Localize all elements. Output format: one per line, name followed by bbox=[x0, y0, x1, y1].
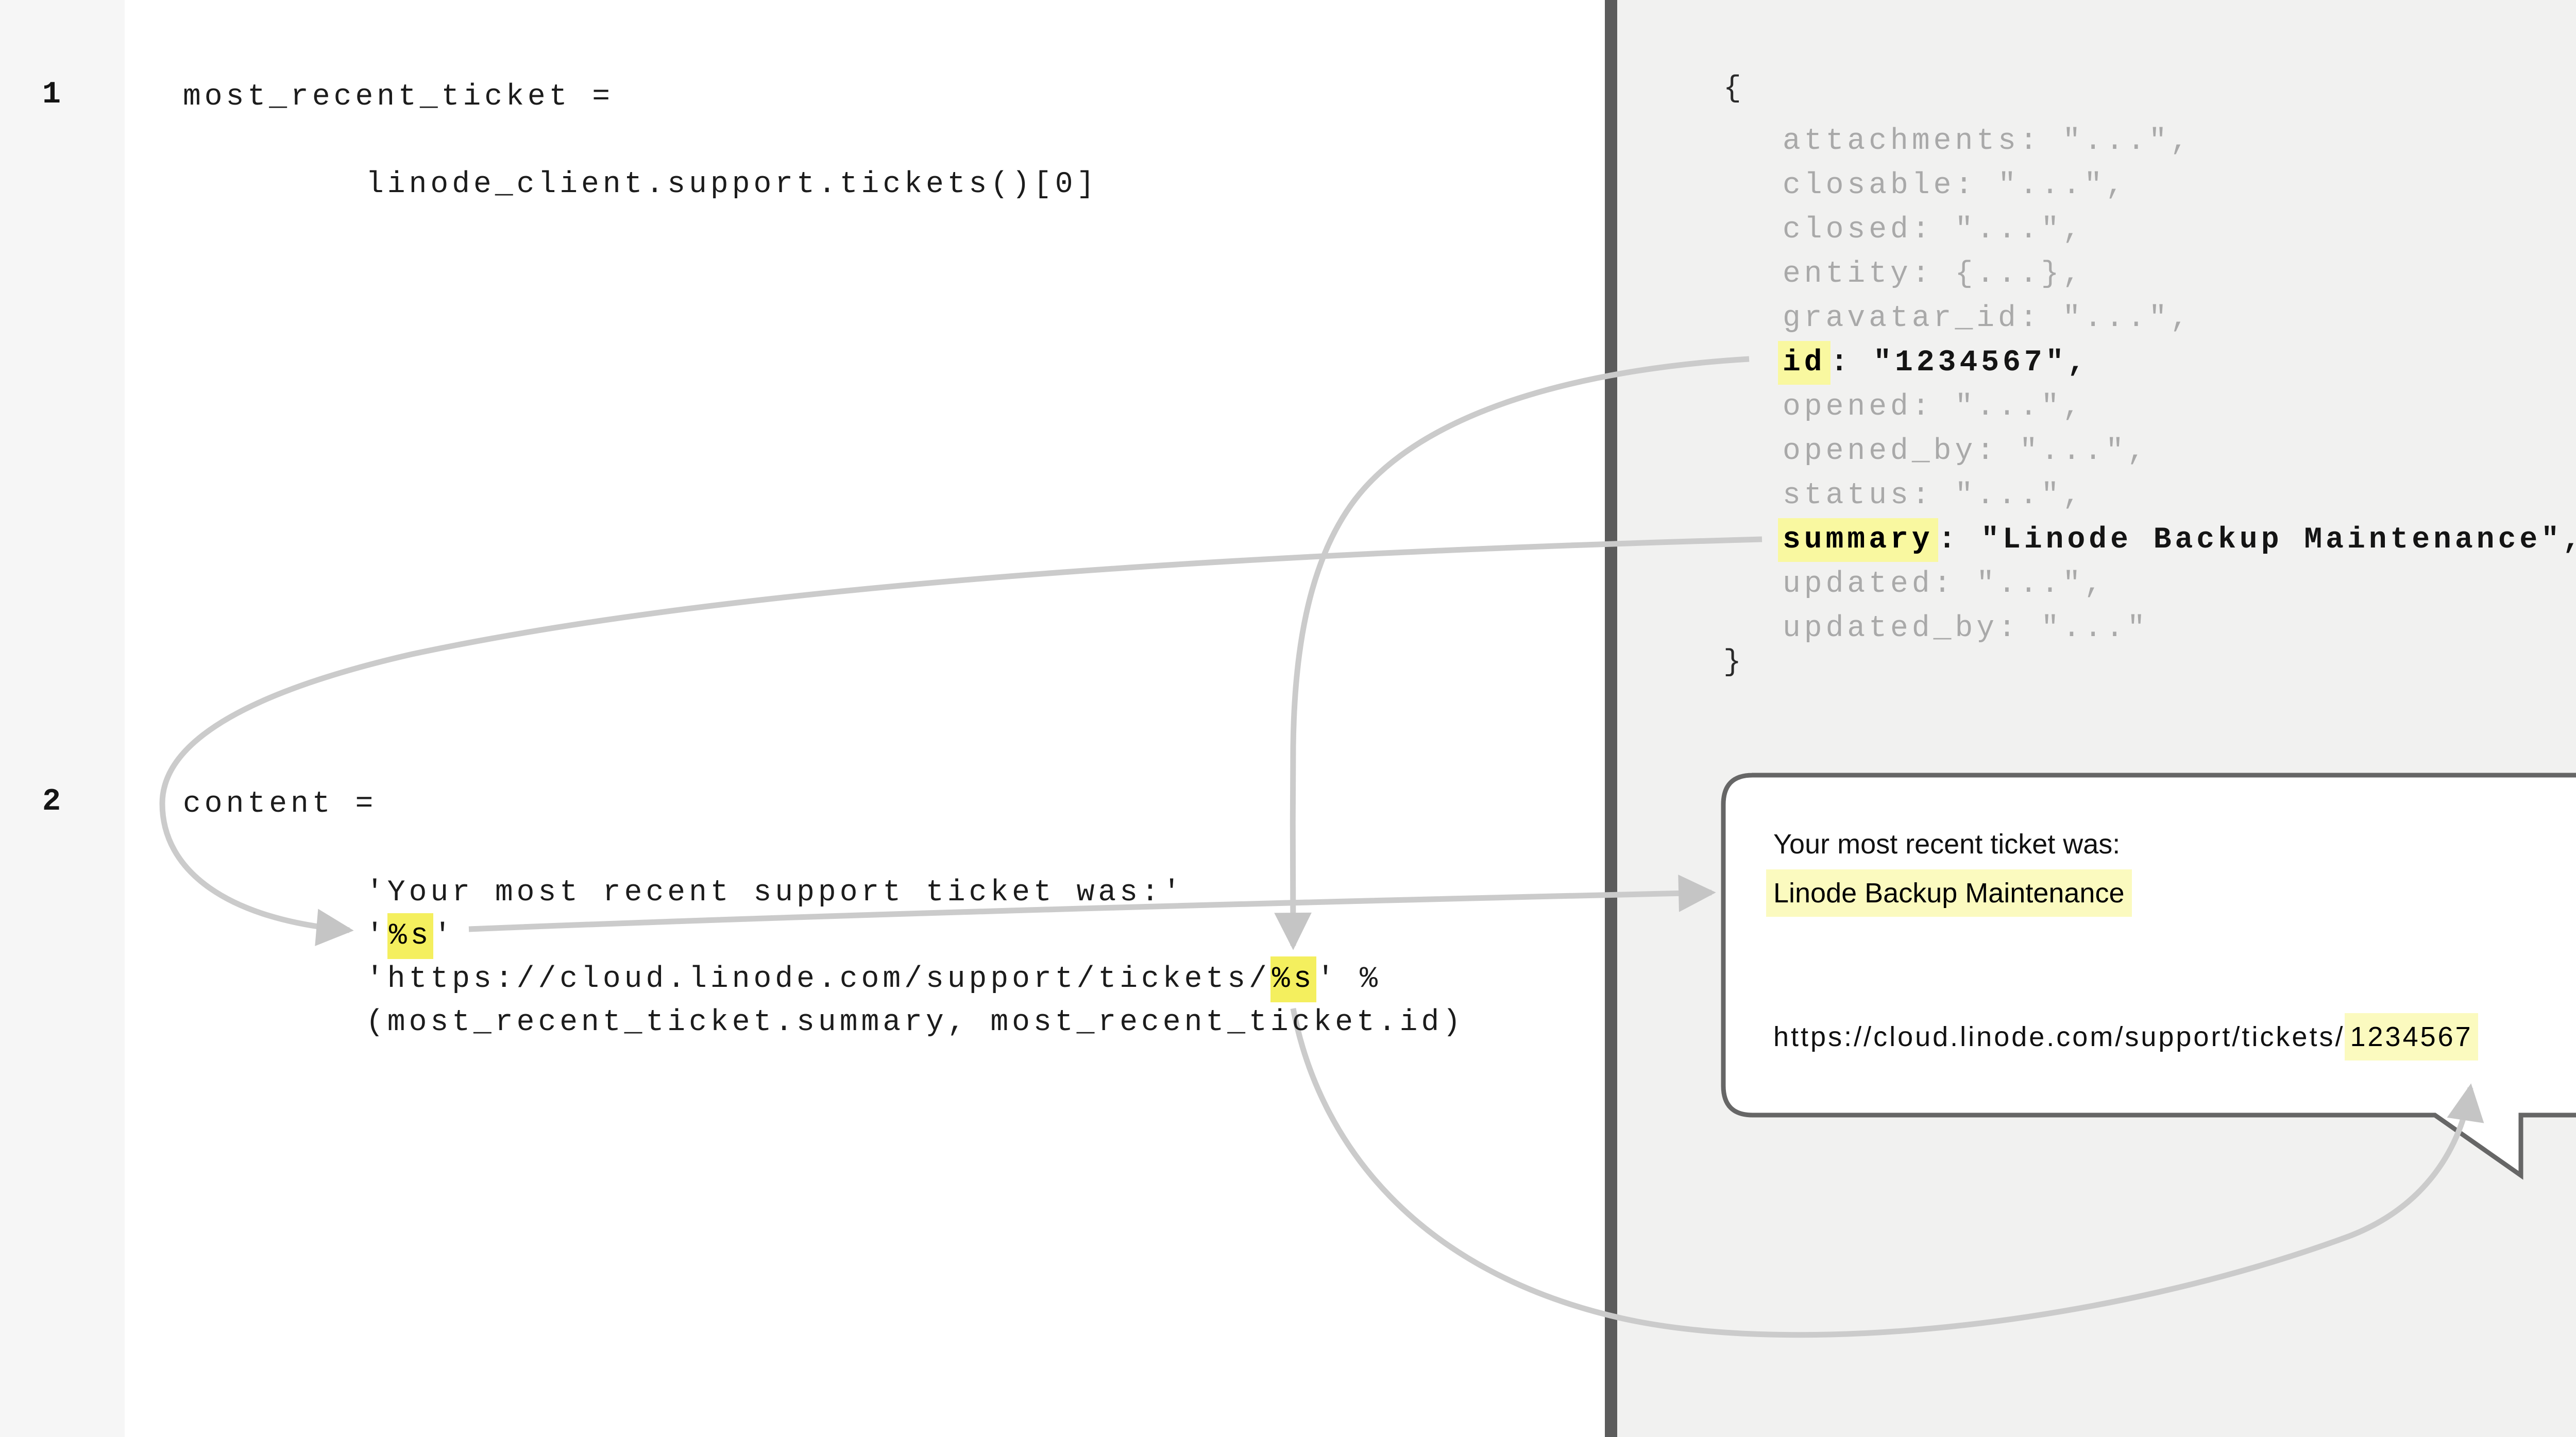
code-line1-assignment: most_recent_ticket = bbox=[183, 78, 614, 116]
json-key: entity bbox=[1783, 258, 1912, 291]
json-close-brace: } bbox=[1723, 646, 1745, 679]
code-string-placeholder-line: '%s' bbox=[366, 917, 455, 955]
json-line-closable: closable: "...", bbox=[1783, 169, 2127, 202]
json-summary-value: : "Linode Backup Maintenance", bbox=[1938, 523, 2576, 557]
json-line-attachments: attachments: "...", bbox=[1783, 125, 2192, 158]
json-value: : "..." bbox=[1998, 612, 2149, 645]
json-line-opened: opened: "...", bbox=[1783, 390, 2084, 424]
json-key: closable bbox=[1783, 169, 1955, 202]
arrow-id-to-url-placeholder bbox=[1293, 359, 1749, 946]
json-value: : "...", bbox=[1912, 390, 2084, 424]
json-value: : "...", bbox=[1912, 479, 2084, 512]
arrow-summary-to-placeholder bbox=[162, 539, 1762, 930]
code-url-line: 'https://cloud.linode.com/support/ticket… bbox=[366, 961, 1381, 999]
json-value: : {...}, bbox=[1912, 258, 2084, 291]
json-line-opened-by: opened_by: "...", bbox=[1783, 435, 2149, 468]
line-number-2: 2 bbox=[42, 784, 64, 819]
json-line-gravatar-id: gravatar_id: "...", bbox=[1783, 302, 2192, 335]
json-id-value: : "1234567", bbox=[1831, 346, 2089, 380]
bubble-intro-text: Your most recent ticket was: bbox=[1773, 828, 2120, 860]
bubble-ticket-id-highlight: 1234567 bbox=[2345, 1013, 2478, 1060]
summary-placeholder-highlight: %s bbox=[387, 913, 434, 959]
json-line-status: status: "...", bbox=[1783, 479, 2084, 512]
json-key: updated_by bbox=[1783, 612, 1998, 645]
json-line-closed: closed: "...", bbox=[1783, 213, 2084, 247]
code-line2-assignment: content = bbox=[183, 785, 377, 824]
json-value: : "...", bbox=[1934, 568, 2106, 601]
json-line-entity: entity: {...}, bbox=[1783, 258, 2084, 291]
url-string-suffix: ' % bbox=[1316, 963, 1381, 996]
json-value: : "...", bbox=[1955, 169, 2127, 202]
code-line1-value: linode_client.support.tickets()[0] bbox=[366, 166, 1098, 204]
quote-close: ' bbox=[433, 919, 455, 953]
json-key: gravatar_id bbox=[1783, 302, 2020, 335]
json-open-brace: { bbox=[1723, 72, 1745, 106]
json-key: closed bbox=[1783, 213, 1912, 247]
connector-arrows-svg bbox=[0, 0, 2576, 1437]
url-string-prefix: 'https://cloud.linode.com/support/ticket… bbox=[366, 963, 1270, 996]
code-format-args: (most_recent_ticket.summary, most_recent… bbox=[366, 1004, 1464, 1042]
json-line-id: id: "1234567", bbox=[1783, 346, 2089, 380]
json-value: : "...", bbox=[2020, 302, 2192, 335]
json-key: opened bbox=[1783, 390, 1912, 424]
json-key: status bbox=[1783, 479, 1912, 512]
json-line-updated: updated: "...", bbox=[1783, 568, 2106, 601]
json-id-key-highlight: id bbox=[1778, 341, 1831, 385]
json-summary-key-highlight: summary bbox=[1778, 518, 1938, 562]
json-value: : "...", bbox=[1976, 435, 2148, 468]
code-string-line1: 'Your most recent support ticket was:' bbox=[366, 874, 1184, 912]
bubble-url-line: https://cloud.linode.com/support/tickets… bbox=[1773, 1021, 2478, 1053]
json-key: opened_by bbox=[1783, 435, 1976, 468]
line-number-1: 1 bbox=[42, 77, 64, 112]
bubble-url-prefix: https://cloud.linode.com/support/tickets… bbox=[1773, 1021, 2345, 1052]
bubble-summary-highlight: Linode Backup Maintenance bbox=[1766, 869, 2132, 917]
json-line-updated-by: updated_by: "..." bbox=[1783, 612, 2149, 645]
json-value: : "...", bbox=[2020, 125, 2192, 158]
json-line-summary: summary: "Linode Backup Maintenance", bbox=[1783, 523, 2576, 557]
quote-open: ' bbox=[366, 919, 387, 953]
json-key: updated bbox=[1783, 568, 1934, 601]
json-key: attachments bbox=[1783, 125, 2020, 158]
diagram-canvas: 1 most_recent_ticket = linode_client.sup… bbox=[0, 0, 2576, 1437]
bubble-summary-line: Linode Backup Maintenance bbox=[1773, 877, 2132, 909]
json-value: : "...", bbox=[1912, 213, 2084, 247]
id-placeholder-highlight: %s bbox=[1270, 956, 1317, 1002]
